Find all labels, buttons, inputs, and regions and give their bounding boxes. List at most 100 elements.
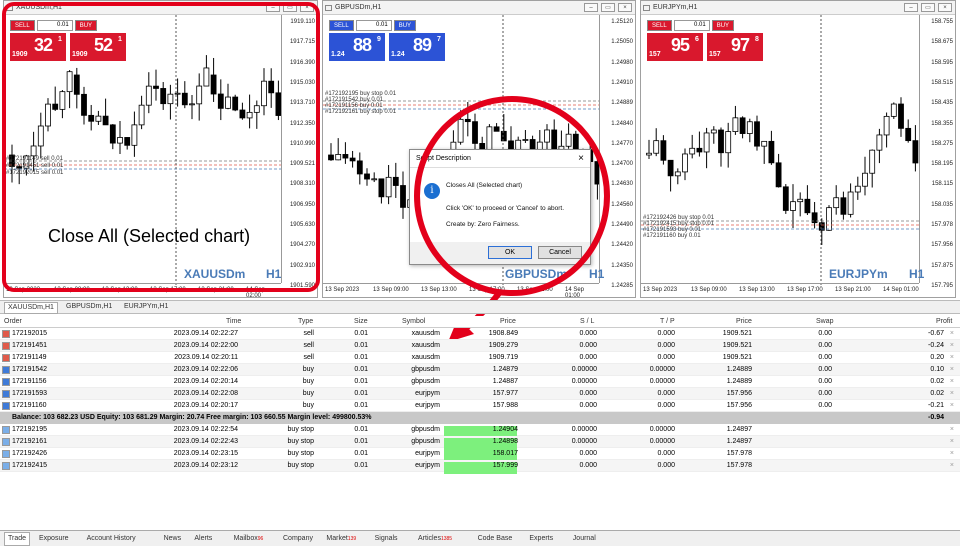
table-row[interactable]: 172191160 2023.09.14 02:20:17 buy 0.01 eurjp… [0, 400, 960, 412]
cell-size: 0.01 [354, 354, 368, 361]
col-price[interactable]: Price [500, 318, 516, 325]
tab-label: News [163, 535, 182, 542]
tab-badge: 1385 [440, 536, 453, 542]
cell-sl: 0.00000 [571, 378, 597, 385]
close-position-icon[interactable]: × [950, 402, 954, 409]
cell-price: 1.24904 [492, 426, 518, 433]
total-profit: -0.94 [928, 414, 944, 421]
col-swap[interactable]: Swap [816, 318, 834, 325]
cell-profit: 0.02 [930, 390, 944, 397]
tab-market[interactable]: Market139 [326, 535, 356, 542]
cell-profit: -0.67 [928, 330, 944, 337]
cell-tp: 0.000 [657, 402, 675, 409]
tab-exposure[interactable]: Exposure [39, 535, 69, 542]
close-position-icon[interactable]: × [950, 450, 954, 457]
cell-sl: 0.000 [579, 450, 597, 457]
close-position-icon[interactable]: × [950, 378, 954, 385]
cell-symbol: xauusdm [411, 330, 440, 337]
buy-order-icon [2, 402, 10, 410]
cell-size: 0.01 [354, 438, 368, 445]
tab-code-base[interactable]: Code Base [478, 535, 513, 542]
col-tp[interactable]: T / P [660, 318, 675, 325]
cell-type: buy [302, 390, 314, 397]
tab-mailbox[interactable]: Mailbox96 [234, 535, 264, 542]
table-row[interactable]: 172192195 2023.09.14 02:22:54 buy stop 0.01… [0, 424, 960, 438]
cell-symbol: gbpusdm [411, 366, 440, 373]
tab-label: Market [326, 535, 348, 542]
tab-journal[interactable]: Journal [573, 535, 596, 542]
cell-tp: 0.000 [657, 330, 675, 337]
col-symbol[interactable]: Symbol [402, 318, 425, 325]
table-row[interactable]: 172192161 2023.09.14 02:22:43 buy stop 0.01… [0, 436, 960, 450]
buy-order-icon [2, 378, 10, 386]
cell-swap: 0.00 [818, 402, 832, 409]
cell-order: 172192195 [12, 426, 48, 433]
cell-size: 0.01 [354, 366, 368, 373]
close-position-icon[interactable]: × [950, 342, 954, 349]
cell-order: 172192015 [12, 330, 48, 337]
tab-chart[interactable]: XAUUSDm,H1 [4, 302, 58, 314]
cell-size: 0.01 [354, 390, 368, 397]
cell-price: 1909.719 [488, 354, 518, 361]
tab-signals[interactable]: Signals [375, 535, 398, 542]
tab-account-history[interactable]: Account History [87, 535, 136, 542]
close-position-icon[interactable]: × [950, 426, 954, 433]
table-row[interactable]: 172191542 2023.09.14 02:22:06 buy 0.01 gbpus… [0, 364, 960, 376]
tab-label: Signals [374, 535, 398, 542]
close-position-icon[interactable]: × [950, 438, 954, 445]
tab-articles[interactable]: Articles1385 [418, 535, 452, 542]
col-type[interactable]: Type [298, 318, 313, 325]
table-row[interactable]: 172192426 2023.09.14 02:23:15 buy stop 0.01… [0, 448, 960, 462]
cell-symbol: xauusdm [411, 354, 440, 361]
tab-alerts[interactable]: Alerts [194, 535, 212, 542]
table-header: Order Time Type Size Symbol Price S / L … [0, 316, 960, 328]
tab-badge: 96 [257, 536, 264, 542]
col-order[interactable]: Order [4, 318, 22, 325]
tab-experts[interactable]: Experts [529, 535, 553, 542]
tab-label: Journal [572, 535, 596, 542]
tab-trade[interactable]: Trade [4, 532, 31, 546]
close-position-icon[interactable]: × [950, 390, 954, 397]
tab-news[interactable]: News [164, 535, 182, 542]
tab-company[interactable]: Company [283, 535, 313, 542]
close-position-icon[interactable]: × [950, 366, 954, 373]
col-sl[interactable]: S / L [580, 318, 594, 325]
cell-price: 1908.849 [488, 330, 518, 337]
table-row[interactable]: 172191593 2023.09.14 02:22:08 buy 0.01 eurjp… [0, 388, 960, 400]
cell-symbol: gbpusdm [411, 438, 440, 445]
cell-tp: 0.00000 [649, 438, 675, 445]
table-row[interactable]: 172191451 2023.09.14 02:22:00 sell 0.01 xauu… [0, 340, 960, 352]
cell-cur: 1909.521 [722, 330, 752, 337]
cell-type: sell [303, 342, 314, 349]
table-row[interactable]: 172192415 2023.09.14 02:23:12 buy stop 0.01… [0, 460, 960, 474]
col-size[interactable]: Size [354, 318, 368, 325]
table-row[interactable]: 172191156 2023.09.14 02:20:14 buy 0.01 gbpus… [0, 376, 960, 388]
cell-cur: 1.24889 [726, 366, 752, 373]
close-position-icon[interactable]: × [950, 330, 954, 337]
cell-symbol: gbpusdm [411, 426, 440, 433]
cell-swap: 0.00 [818, 378, 832, 385]
tab-chart[interactable]: GBPUSDm,H1 [66, 303, 112, 310]
cell-tp: 0.000 [657, 342, 675, 349]
col-profit[interactable]: Profit [936, 318, 952, 325]
cell-cur: 1.24897 [726, 438, 752, 445]
cell-time: 2023.09.14 02:20:11 [174, 354, 238, 361]
table-row[interactable]: 172191149 2023.09.14 02:20:11 sell 0.01 xauu… [0, 352, 960, 364]
cell-time: 2023.09.14 02:20:14 [173, 378, 238, 385]
tab-chart[interactable]: EURJPYm,H1 [124, 303, 168, 310]
cell-cur: 1.24897 [726, 426, 752, 433]
cell-size: 0.01 [354, 402, 368, 409]
cell-symbol: xauusdm [411, 342, 440, 349]
tab-label: Trade [8, 535, 27, 542]
cell-tp: 0.000 [657, 450, 675, 457]
table-row[interactable]: 172192015 2023.09.14 02:22:27 sell 0.01 xauu… [0, 328, 960, 340]
cell-price: 1.24879 [492, 366, 518, 373]
cell-size: 0.01 [354, 342, 368, 349]
cell-profit: 0.20 [930, 354, 944, 361]
col-price-current[interactable]: Price [736, 318, 752, 325]
cell-size: 0.01 [354, 378, 368, 385]
close-position-icon[interactable]: × [950, 354, 954, 361]
close-position-icon[interactable]: × [950, 462, 954, 469]
cell-order: 172192426 [12, 450, 48, 457]
col-time[interactable]: Time [226, 318, 241, 325]
